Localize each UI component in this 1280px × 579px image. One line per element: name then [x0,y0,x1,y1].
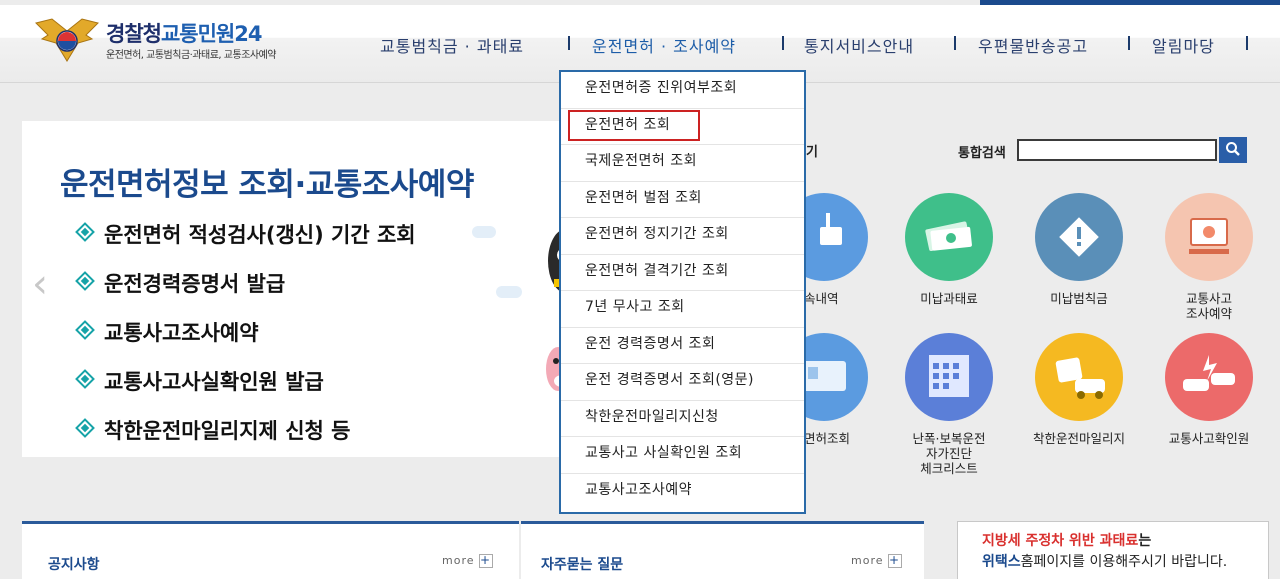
faq-panel-title: 자주묻는 질문 [541,557,624,573]
menu-item-accident-certificate[interactable]: 교통사고 사실확인원 조회 [561,437,804,474]
money-icon [905,193,993,281]
menu-item-mileage-application[interactable]: 착한운전마일리지신청 [561,401,804,437]
notice-panel-title: 공지사항 [48,557,100,573]
monitor-icon [1165,193,1253,281]
menu-item-license-authenticity[interactable]: 운전면허증 진위여부조회 [561,72,804,109]
diamond-bullet-icon [75,418,95,438]
notice-panel: 공지사항 more + [22,521,519,579]
main-banner: 운전면허정보 조회·교통조사예약 운전면허 적성검사(갱신) 기간 조회 운전경… [22,121,567,457]
banner-title: 운전면허정보 조회·교통조사예약 [60,167,474,203]
license-submenu-dropdown: 운전면허증 진위여부조회 운전면허 조회 국제운전면허 조회 운전면허 벌점 조… [559,70,806,514]
search-input[interactable] [1017,139,1217,161]
nav-separator [1246,36,1248,50]
service-item-mileage[interactable]: 착한운전마일리지 [1029,333,1129,446]
nav-separator [568,36,570,50]
nav-license-reservation[interactable]: 운전면허 · 조사예약 [592,33,736,57]
banner-prev-arrow-icon[interactable]: ‹ [32,261,48,307]
diamond-bullet-icon [75,369,95,389]
mileage-car-icon [1035,333,1123,421]
banner-feature-item[interactable]: 운전면허 적성검사(갱신) 기간 조회 [75,219,416,268]
cloud-decoration [496,286,522,298]
faq-panel: 자주묻는 질문 more + [521,521,924,579]
search-button[interactable] [1219,137,1247,163]
banner-feature-list: 운전면허 적성검사(갱신) 기간 조회 운전경력증명서 발급 교통사고조사예약 … [75,219,416,457]
service-item-unpaid-fines[interactable]: 미납과태료 [899,193,999,306]
nav-notification-service[interactable]: 통지서비스안내 [804,33,914,57]
calendar-checklist-icon [905,333,993,421]
search-label: 통합검색 [958,146,1006,161]
notice-line-2: 위택스홈페이지를 이용해주시기 바랍니다. [982,554,1228,570]
menu-item-driving-record[interactable]: 운전 경력증명서 조회 [561,328,804,364]
banner-feature-item[interactable]: 교통사고조사예약 [75,317,416,366]
local-tax-notice-box[interactable]: 지방세 주정차 위반 과태료는 위택스홈페이지를 이용해주시기 바랍니다. [957,521,1269,579]
nav-fines[interactable]: 교통범칙금 · 과태료 [380,33,524,57]
nav-separator [782,36,784,50]
nav-returned-mail[interactable]: 우편물반송공고 [978,33,1088,57]
nav-notice-board[interactable]: 알림마당 [1152,33,1215,57]
diamond-bullet-icon [75,320,95,340]
service-item-unpaid-penalty[interactable]: 미납범칙금 [1029,193,1129,306]
police-emblem-icon [35,18,99,62]
highlight-box [568,109,700,141]
notice-line-1: 지방세 주정차 위반 과태료는 [982,533,1152,549]
notice-more-link[interactable]: more + [442,554,493,568]
service-item-accident-certificate[interactable]: 교통사고확인원 [1159,333,1259,446]
plus-icon: + [887,553,902,568]
search-icon [1226,141,1240,156]
menu-item-driving-record-english[interactable]: 운전 경력증명서 조회(영문) [561,364,804,401]
diamond-bullet-icon [75,222,95,242]
menu-item-international-license[interactable]: 국제운전면허 조회 [561,145,804,182]
diamond-bullet-icon [75,271,95,291]
faq-more-link[interactable]: more + [851,554,902,568]
menu-item-7year-accident-free[interactable]: 7년 무사고 조회 [561,291,804,328]
service-item-reckless-checklist[interactable]: 난폭·보복운전 자가진단 체크리스트 [899,333,999,476]
nav-separator [954,36,956,50]
site-logo[interactable]: 경찰청교통민원24 운전면허, 교통범칙금·과태료, 교통조사예약 [34,17,324,67]
menu-item-suspension-period[interactable]: 운전면허 정지기간 조회 [561,218,804,255]
banner-feature-item[interactable]: 교통사고사실확인원 발급 [75,366,416,415]
nav-separator [1128,36,1130,50]
plus-icon: + [478,553,493,568]
menu-item-license-lookup[interactable]: 운전면허 조회 [561,109,804,145]
logo-subtitle: 운전면허, 교통범칙금·과태료, 교통조사예약 [106,50,277,61]
service-item-accident-reservation[interactable]: 교통사고 조사예약 [1159,193,1259,321]
warning-sign-icon [1035,193,1123,281]
logo-title: 경찰청교통민원24 [106,22,262,46]
car-crash-icon [1165,333,1253,421]
menu-item-accident-reservation[interactable]: 교통사고조사예약 [561,474,804,511]
banner-feature-item[interactable]: 운전경력증명서 발급 [75,268,416,317]
banner-feature-item[interactable]: 착한운전마일리지제 신청 등 [75,415,416,457]
menu-item-penalty-points[interactable]: 운전면허 벌점 조회 [561,182,804,218]
cloud-decoration [472,226,496,238]
service-tab-fragment[interactable]: 기 [806,141,818,160]
menu-item-disqualification-period[interactable]: 운전면허 결격기간 조회 [561,255,804,291]
